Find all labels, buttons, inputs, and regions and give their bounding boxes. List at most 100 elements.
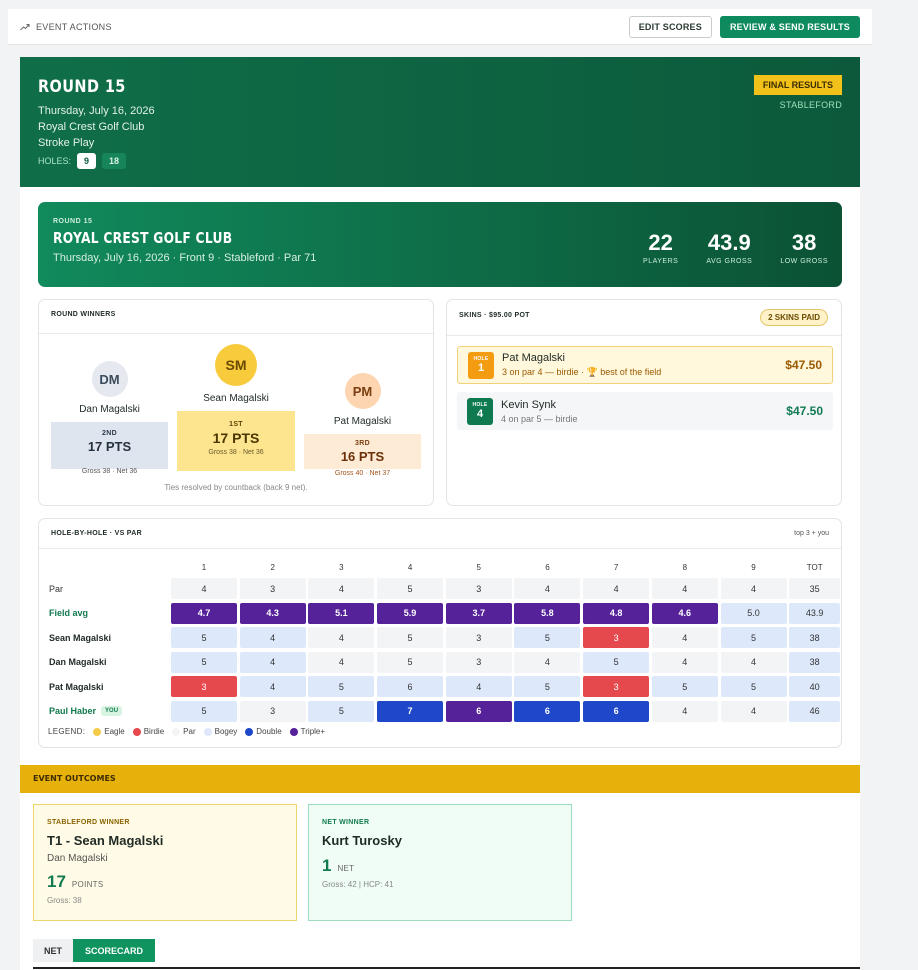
legend-swatch xyxy=(93,727,102,736)
tie-note: Ties resolved by countback (back 9 net). xyxy=(164,483,308,492)
score-cell: 4 xyxy=(445,676,512,697)
score-cell: 5 xyxy=(308,676,375,697)
legend-item: Eagle xyxy=(93,727,125,736)
score-cell: 4 xyxy=(239,651,306,673)
podium-name: Dan Magalski xyxy=(79,404,140,415)
score-cell: 4 xyxy=(239,676,306,697)
legend-swatch xyxy=(172,727,181,736)
score-cell: 5.9 xyxy=(377,602,444,624)
score-cell: 4 xyxy=(308,627,375,648)
summary-club: ROYAL CREST GOLF CLUB xyxy=(53,229,233,247)
holes-selector: HOLES: 9 18 xyxy=(38,153,842,169)
summary-round: ROUND 15 xyxy=(53,218,93,225)
skin-amount: $47.50 xyxy=(785,358,822,372)
score-cell: 5 xyxy=(171,627,237,648)
hole-badge: HOLE 4 xyxy=(467,397,493,425)
score-row: Par 4 3 4 5 3 4 4 4 4 35 xyxy=(48,578,843,600)
legend-item: Bogey xyxy=(203,727,237,736)
hole-header: 3 xyxy=(339,562,344,572)
edit-scores-button[interactable]: EDIT SCORES xyxy=(628,15,712,38)
score-cell: 5.1 xyxy=(308,602,375,624)
hole-header: 7 xyxy=(613,562,619,572)
grid-header-row: 1 2 3 4 5 6 7 8 9 TOT xyxy=(48,559,843,575)
podium-second: DM Dan Magalski 2ND 17 PTS Gross 38 · Ne… xyxy=(51,361,168,475)
score-cell: 4 xyxy=(239,627,306,648)
avatar: SM xyxy=(215,344,257,386)
holes-option-18[interactable]: 18 xyxy=(102,153,127,169)
hole-by-hole-grid: 1 2 3 4 5 6 7 8 9 TOT Par 4 3 4 5 3 4 4 4 4 35 Field avg 4.7 4.… xyxy=(48,559,843,725)
tab-net[interactable]: NET xyxy=(33,939,73,962)
round-header: ROUND 15 Thursday, July 16, 2026 Royal C… xyxy=(20,57,860,187)
podium-block: 1ST 17 PTS Gross 38 · Net 36 xyxy=(177,411,295,471)
score-cell: 4 xyxy=(651,700,718,722)
avatar: PM xyxy=(344,373,381,409)
score-cell: 4.3 xyxy=(239,602,306,624)
event-outcomes-header: EVENT OUTCOMES xyxy=(20,765,860,793)
skin-row[interactable]: HOLE 1 Pat Magalski 3 on par 4 — birdie … xyxy=(457,346,833,384)
skin-row[interactable]: HOLE 4 Kevin Synk 4 on par 5 — birdie $4… xyxy=(457,392,833,430)
hole-header: 9 xyxy=(751,562,756,572)
skins-paid-badge: 2 SKINS PAID xyxy=(760,309,828,326)
hole-by-hole-card: HOLE-BY-HOLE · VS PAR top 3 + you 123456… xyxy=(38,518,842,748)
hole-by-hole-filter[interactable]: top 3 + you xyxy=(794,530,829,537)
round-course: Royal Crest Golf Club xyxy=(38,121,145,133)
results-panel: ROUND 15 Thursday, July 16, 2026 Royal C… xyxy=(20,57,860,970)
score-cell: 4 xyxy=(720,651,787,673)
score-cell: 7 xyxy=(377,700,444,722)
legend-item: Birdie xyxy=(132,727,164,736)
avatar: DM xyxy=(91,361,128,397)
tab-scorecard[interactable]: SCORECARD xyxy=(73,939,156,962)
score-cell: 6 xyxy=(445,700,512,722)
score-cell: 3 xyxy=(171,676,237,697)
score-cell: 35 xyxy=(789,578,841,599)
legend-swatch xyxy=(289,727,298,736)
event-actions-label[interactable]: EVENT ACTIONS xyxy=(20,22,112,32)
legend-item: Double xyxy=(245,727,282,736)
score-cell: 3 xyxy=(445,578,512,599)
skin-player: Pat Magalski xyxy=(502,352,565,364)
review-send-results-button[interactable]: REVIEW & SEND RESULTS xyxy=(719,15,860,38)
legend-label: LEGEND: xyxy=(48,727,86,736)
row-label: Field avg xyxy=(49,608,89,618)
score-cell: 4 xyxy=(308,578,375,599)
score-cell: 6 xyxy=(377,676,444,697)
score-cell: 5.0 xyxy=(720,602,787,624)
score-cell: 5 xyxy=(720,627,787,648)
score-cell: 4 xyxy=(514,578,581,599)
score-cell: 4 xyxy=(583,578,650,599)
score-cell: 3 xyxy=(583,627,650,648)
row-label: Par xyxy=(49,583,64,594)
hole-header: TOT xyxy=(806,562,823,572)
score-cell: 5 xyxy=(377,578,444,599)
event-actions-text: EVENT ACTIONS xyxy=(36,21,112,32)
score-row: Pat Magalski 3 4 5 6 4 5 3 5 5 40 xyxy=(48,676,843,698)
hole-header: 2 xyxy=(270,562,275,572)
holes-label: HOLES: xyxy=(38,156,72,166)
score-cell: 5 xyxy=(583,651,650,673)
row-label: Sean Magalski xyxy=(49,632,112,643)
score-cell: 4.7 xyxy=(171,602,237,624)
trending-up-icon xyxy=(20,23,30,30)
skins-title: SKINS · $95.00 POT xyxy=(459,312,530,319)
hole-header: 1 xyxy=(201,562,207,572)
score-cell: 46 xyxy=(789,700,841,722)
score-cell: 4 xyxy=(720,578,787,599)
score-cell: 5 xyxy=(377,627,444,648)
stat-low-gross: 38 LOW GROSS xyxy=(780,230,828,265)
you-badge: YOU xyxy=(101,706,123,716)
score-cell: 5 xyxy=(720,676,787,697)
legend-item: Triple+ xyxy=(289,727,325,736)
score-cell: 5 xyxy=(171,700,237,722)
holes-option-9[interactable]: 9 xyxy=(77,153,97,169)
score-row: Dan Magalski 5 4 4 5 3 4 5 4 4 38 xyxy=(48,651,843,673)
score-cell: 4 xyxy=(720,700,787,722)
score-cell: 4 xyxy=(171,578,237,599)
net-winner-card: NET WINNER Kurt Turosky 1 NET Gross: 42 … xyxy=(308,804,572,921)
score-cell: 3 xyxy=(583,676,650,697)
score-row: Paul Haber YOU 5 3 5 7 6 6 6 4 4 46 xyxy=(48,700,843,722)
score-cell: 5 xyxy=(514,676,581,697)
score-cell: 4 xyxy=(651,651,718,673)
hole-header: 8 xyxy=(682,562,688,572)
legend: LEGEND: Eagle Birdie Par Bogey Double Triple+ xyxy=(48,727,325,736)
round-format: Stroke Play xyxy=(38,137,95,149)
